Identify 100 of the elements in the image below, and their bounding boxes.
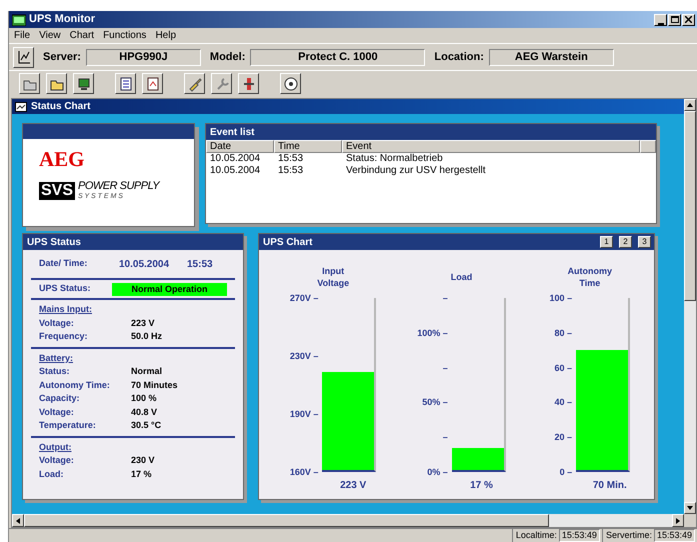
tick-label: 100% – — [417, 326, 448, 339]
document-icon — [144, 76, 160, 92]
column-header[interactable]: Time — [274, 140, 342, 153]
tick-label: 20 – — [554, 431, 572, 444]
table-cell-text: Status: Normalbetrieb — [345, 153, 443, 165]
field-value: 50.0 Hz — [131, 330, 162, 343]
logo-mark: SVS — [39, 182, 76, 200]
toolbar-button[interactable] — [19, 73, 40, 94]
field-label: Autonomy Time: — [39, 378, 111, 392]
tick-label: 40 – — [554, 396, 572, 408]
maximize-icon — [670, 16, 678, 23]
column-header[interactable] — [640, 140, 656, 153]
tick-label: – — [442, 431, 448, 444]
time-value: 15:53 — [187, 258, 213, 272]
field-value: 30.5 °C — [131, 419, 162, 432]
field-label: Load: — [39, 468, 64, 480]
toolbar-button[interactable] — [280, 73, 301, 94]
column-header[interactable]: Date — [206, 140, 274, 153]
field-label: Status: — [39, 365, 71, 378]
toolbar-button[interactable] — [46, 73, 67, 94]
status-time: 15:53:49 — [654, 529, 695, 542]
tick-label: 0% – — [427, 466, 448, 478]
status-label: Servertime: — [602, 528, 652, 542]
app-icon — [12, 14, 26, 26]
minimize-button[interactable] — [654, 14, 667, 26]
column-header[interactable]: Event — [342, 140, 640, 153]
value-field: HPG990J — [86, 48, 201, 66]
field-value: 100 % — [131, 392, 157, 405]
chart-icon — [16, 50, 30, 64]
field-label: Voltage: — [39, 406, 75, 419]
field-label: Frequency: — [39, 330, 89, 343]
toolbar-button[interactable] — [238, 73, 259, 94]
field-label: Temperature: — [39, 419, 97, 432]
table-cell-text: 10.05.2004 — [209, 153, 262, 165]
toolbar-button[interactable] — [115, 73, 136, 94]
right-arrow-icon — [676, 518, 680, 524]
tick-label: 100 – — [550, 292, 572, 304]
date-value: 10.05.2004 — [119, 258, 170, 272]
field-label: Voltage: — [39, 454, 75, 467]
menu-item[interactable]: File — [14, 28, 30, 43]
table-cell-text: Verbindung zur USV hergestellt — [345, 165, 486, 177]
chart-view-button[interactable]: 1 — [600, 236, 613, 248]
value-field: AEG Warstein — [488, 48, 614, 66]
tick-label: – — [442, 362, 448, 374]
down-arrow-icon — [687, 506, 693, 510]
status-value: Normal Operation — [112, 282, 227, 296]
chart-view-button[interactable]: 2 — [619, 236, 632, 248]
field-label: Location: — [434, 50, 484, 65]
vertical-scrollbar[interactable] — [684, 99, 696, 514]
toolbar-button[interactable] — [73, 73, 94, 94]
tick-label: 230V – — [290, 350, 318, 362]
status-time: 15:53:49 — [558, 529, 600, 542]
toolbar-button[interactable] — [142, 73, 163, 94]
disc-icon — [282, 76, 298, 92]
tick-label: 60 – — [554, 362, 572, 374]
menu-item[interactable]: Functions — [103, 28, 146, 43]
gauge-title: Load — [450, 271, 474, 284]
field-value: Normal — [131, 365, 162, 378]
menu-item[interactable]: Chart — [70, 28, 94, 43]
table-cell-text: 15:53 — [277, 153, 304, 165]
gauge-reading: 17 % — [470, 479, 493, 493]
monitor-icon — [76, 76, 92, 92]
section-heading: Mains Input: — [39, 304, 92, 314]
value-field: Protect C. 1000 — [250, 48, 426, 66]
brand-logo: AEG — [39, 148, 86, 170]
table-cell-text: 10.05.2004 — [209, 165, 262, 177]
window-title: UPS Monitor — [29, 12, 95, 28]
field-value: 223 V — [131, 316, 155, 330]
menu-item[interactable]: View — [39, 28, 61, 43]
child-title: Status Chart — [31, 100, 90, 114]
up-arrow-icon — [687, 103, 693, 107]
close-button[interactable] — [682, 14, 695, 26]
gauge-title: Autonomy Time — [566, 265, 614, 290]
chart-view-button[interactable]: 3 — [638, 236, 651, 248]
field-label: UPS Status: — [39, 282, 92, 296]
gauge-reading: 70 Min. — [592, 479, 627, 493]
tick-label: 0 – — [560, 466, 572, 478]
tick-label: 270V – — [290, 292, 318, 304]
field-label: Server: — [43, 50, 81, 65]
field-value: 230 V — [131, 454, 155, 467]
field-value: 17 % — [131, 468, 152, 480]
tick-label: 80 – — [554, 326, 572, 339]
gauge-title: Input Voltage — [316, 265, 350, 290]
tick-label: 160V – — [290, 466, 318, 478]
field-label: Voltage: — [39, 316, 75, 330]
menu-item[interactable]: Help — [155, 28, 176, 43]
field-label: Model: — [210, 50, 246, 65]
horizontal-scrollbar[interactable] — [12, 514, 684, 527]
panel-title: UPS Chart — [263, 236, 312, 250]
field-value: 40.8 V — [131, 406, 158, 418]
toolbar-button[interactable] — [184, 73, 205, 94]
field-label: Capacity: — [39, 392, 81, 405]
logo-text: POWER SUPPLY — [78, 181, 160, 192]
section-heading: Output: — [39, 442, 72, 452]
tick-label: 190V – — [290, 408, 318, 420]
toolbar-button[interactable] — [211, 73, 232, 94]
status-label: Localtime: — [512, 528, 557, 542]
tick-label: – — [442, 292, 448, 304]
chart-button[interactable] — [13, 46, 34, 68]
maximize-button[interactable] — [668, 14, 681, 26]
